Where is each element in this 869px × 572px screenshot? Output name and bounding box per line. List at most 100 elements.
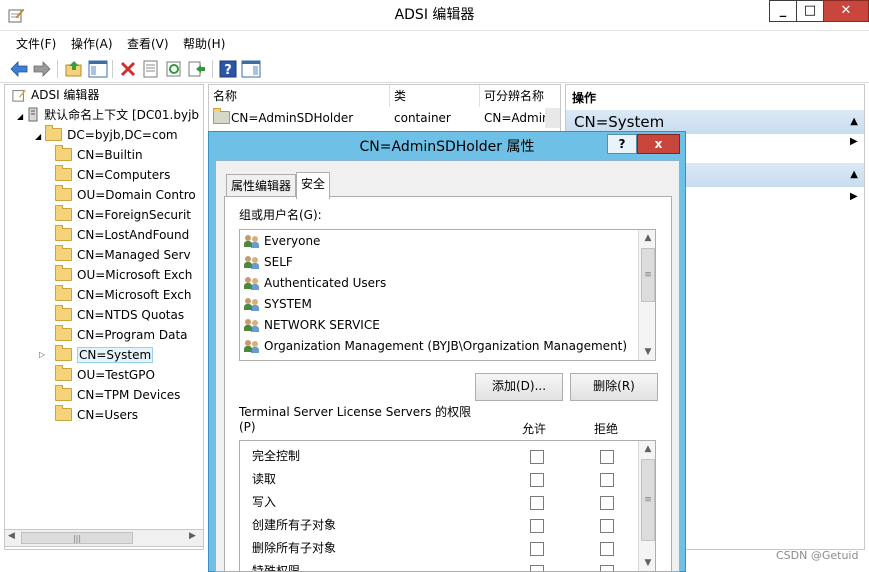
- tree-item[interactable]: OU=Microsoft Exch: [55, 265, 192, 285]
- row-class: container: [394, 111, 451, 125]
- column-header-dn[interactable]: 可分辨名称: [480, 85, 560, 107]
- tab-attribute-editor[interactable]: 属性编辑器: [226, 174, 297, 197]
- scroll-down-arrow-icon[interactable]: ▼: [639, 344, 655, 360]
- scroll-up-arrow-icon[interactable]: ▲: [639, 230, 655, 246]
- scroll-right-arrow-icon[interactable]: ▶: [189, 531, 196, 541]
- allow-checkbox[interactable]: [530, 519, 544, 533]
- scroll-up-arrow-icon[interactable]: ▲: [639, 441, 655, 457]
- tree-item[interactable]: CN=TPM Devices: [55, 385, 180, 405]
- menu-help[interactable]: 帮助(H): [183, 35, 225, 52]
- allow-checkbox[interactable]: [530, 496, 544, 510]
- permission-row: 写入: [252, 492, 276, 512]
- collapse-arrow-icon[interactable]: ▲: [850, 163, 858, 187]
- add-button[interactable]: 添加(D)...: [475, 373, 563, 401]
- window-title: ADSI 编辑器: [394, 7, 475, 23]
- column-header-name[interactable]: 名称: [209, 85, 390, 107]
- group-list-item[interactable]: Organization Management (BYJB\Organizati…: [244, 336, 627, 357]
- permission-list-scrollbar[interactable]: ▲ ≡ ▼: [638, 441, 655, 571]
- tree-horizontal-scrollbar[interactable]: ◀ ||| ▶: [4, 529, 204, 547]
- scroll-thumb[interactable]: ≡: [641, 459, 655, 541]
- group-name: SELF: [264, 255, 293, 269]
- group-list-item[interactable]: Everyone: [244, 231, 320, 252]
- expand-arrow-icon[interactable]: ▷: [39, 345, 45, 365]
- tree-context[interactable]: ◢ 默认命名上下文 [DC01.byjb: [17, 105, 199, 125]
- list-vertical-scrollbar[interactable]: [545, 108, 560, 128]
- refresh-icon[interactable]: [164, 59, 184, 79]
- folder-icon: [55, 145, 72, 161]
- remove-button[interactable]: 删除(R): [570, 373, 658, 401]
- deny-checkbox[interactable]: [600, 496, 614, 510]
- close-button[interactable]: ✕: [823, 0, 869, 22]
- export-icon[interactable]: [187, 59, 207, 79]
- column-header-class[interactable]: 类: [390, 85, 480, 107]
- tree-item[interactable]: ▷ CN=System: [39, 345, 154, 365]
- scroll-thumb[interactable]: |||: [21, 532, 133, 544]
- tree-item[interactable]: OU=Domain Contro: [55, 185, 196, 205]
- deny-checkbox[interactable]: [600, 565, 614, 571]
- tree-domain[interactable]: ◢ DC=byjb,DC=com: [35, 125, 178, 145]
- more-actions-arrow-icon[interactable]: ▶: [850, 191, 858, 202]
- deny-checkbox[interactable]: [600, 519, 614, 533]
- expanded-arrow-icon[interactable]: ◢: [35, 132, 41, 141]
- group-list-item[interactable]: NETWORK SERVICE: [244, 315, 380, 336]
- allow-checkbox[interactable]: [530, 542, 544, 556]
- group-list-item[interactable]: Authenticated Users: [244, 273, 386, 294]
- scroll-thumb[interactable]: ≡: [641, 248, 655, 302]
- minimize-button[interactable]: _: [769, 0, 797, 22]
- adsi-app-icon: [12, 89, 26, 102]
- row-name: CN=AdminSDHolder: [231, 111, 354, 125]
- group-list-item[interactable]: SELF: [244, 252, 293, 273]
- tab-security[interactable]: 安全: [296, 172, 331, 199]
- scroll-down-arrow-icon[interactable]: ▼: [639, 555, 655, 571]
- permission-list[interactable]: 完全控制 读取 写入 创建所有子对象 删除所有子对象 特殊权限 ▲ ≡ ▼: [239, 440, 656, 572]
- tree-root[interactable]: ADSI 编辑器: [11, 85, 99, 105]
- tree-item[interactable]: CN=NTDS Quotas: [55, 305, 184, 325]
- list-row[interactable]: CN=AdminSDHolder container CN=Admin: [209, 108, 560, 128]
- help-icon[interactable]: ?: [218, 59, 238, 79]
- allow-checkbox[interactable]: [530, 565, 544, 571]
- permission-name: 完全控制: [252, 449, 301, 463]
- tree-item-label: CN=NTDS Quotas: [77, 308, 185, 322]
- delete-icon[interactable]: [118, 59, 138, 79]
- group-list-scrollbar[interactable]: ▲ ≡ ▼: [638, 230, 655, 360]
- properties-icon[interactable]: [141, 59, 161, 79]
- up-folder-icon[interactable]: [64, 59, 84, 79]
- tree-item[interactable]: CN=Managed Serv: [55, 245, 191, 265]
- show-tree-icon[interactable]: [88, 59, 108, 79]
- forward-arrow-icon[interactable]: [32, 59, 52, 79]
- permission-name: 创建所有子对象: [252, 518, 337, 532]
- deny-checkbox[interactable]: [600, 473, 614, 487]
- tree-item[interactable]: CN=Builtin: [55, 145, 143, 165]
- tree-item[interactable]: CN=Microsoft Exch: [55, 285, 192, 305]
- scroll-left-arrow-icon[interactable]: ◀: [8, 531, 15, 541]
- dialog-close-button[interactable]: x: [637, 134, 680, 154]
- dialog-help-button[interactable]: ?: [607, 134, 637, 154]
- tree-item[interactable]: OU=TestGPO: [55, 365, 155, 385]
- tree-item[interactable]: CN=Computers: [55, 165, 170, 185]
- group-user-list[interactable]: Everyone SELF Authenticated Users SYSTEM NET…: [239, 229, 656, 361]
- maximize-button[interactable]: □: [796, 0, 824, 22]
- tree-item[interactable]: CN=ForeignSecurit: [55, 205, 191, 225]
- tree-pane: ADSI 编辑器 ◢ 默认命名上下文 [DC01.byjb ◢ DC=byjb,D…: [4, 84, 204, 550]
- menu-action[interactable]: 操作(A): [71, 35, 113, 52]
- user-group-icon: [244, 276, 260, 290]
- deny-checkbox[interactable]: [600, 542, 614, 556]
- deny-checkbox[interactable]: [600, 450, 614, 464]
- collapse-arrow-icon[interactable]: ▲: [850, 110, 858, 134]
- tree-item[interactable]: CN=Users: [55, 405, 138, 425]
- menu-view[interactable]: 查看(V): [127, 35, 169, 52]
- permission-row: 特殊权限: [252, 561, 300, 571]
- back-arrow-icon[interactable]: [9, 59, 29, 79]
- menu-file[interactable]: 文件(F): [16, 35, 56, 52]
- show-pane-icon[interactable]: [241, 59, 261, 79]
- folder-icon: [55, 285, 72, 301]
- tree-item[interactable]: CN=LostAndFound: [55, 225, 189, 245]
- expanded-arrow-icon[interactable]: ◢: [17, 112, 23, 121]
- tree-item[interactable]: CN=Program Data: [55, 325, 188, 345]
- row-dn: CN=Admin: [484, 111, 550, 125]
- allow-checkbox[interactable]: [530, 473, 544, 487]
- allow-checkbox[interactable]: [530, 450, 544, 464]
- toolbar-separator: [212, 60, 213, 78]
- more-actions-arrow-icon[interactable]: ▶: [850, 136, 858, 147]
- group-list-item[interactable]: SYSTEM: [244, 294, 312, 315]
